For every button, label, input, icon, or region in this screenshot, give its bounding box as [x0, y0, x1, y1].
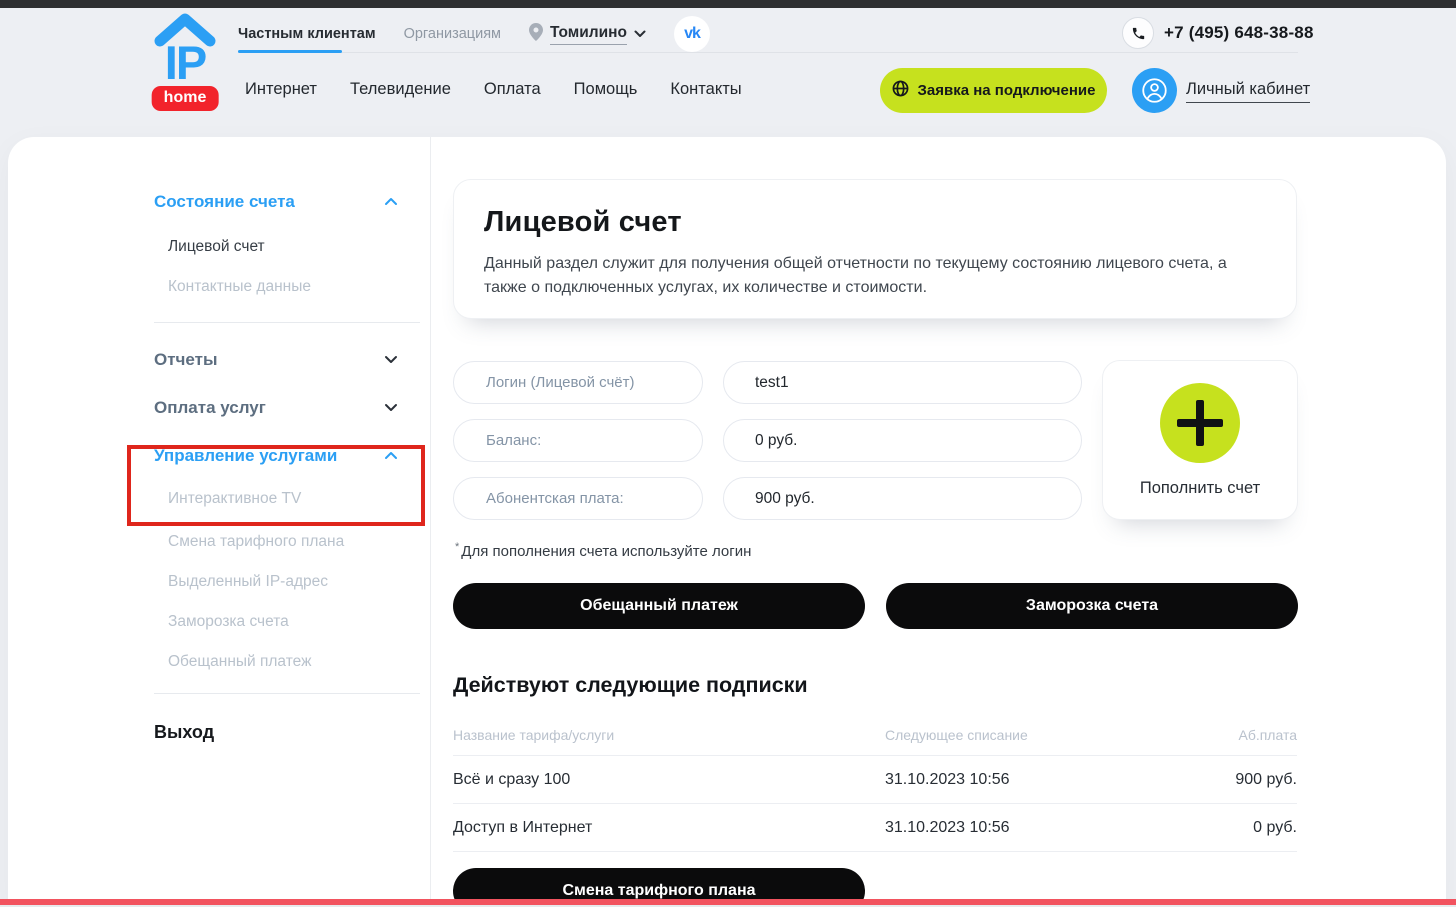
globe-icon: [892, 80, 909, 101]
logo-text: IP: [150, 39, 220, 86]
section-label: Состояние счета: [154, 192, 295, 212]
label-text: Абонентская плата:: [486, 490, 624, 507]
cell-tariff-name: Доступ в Интернет: [453, 819, 592, 837]
phone-number: +7 (495) 648-38-88: [1164, 23, 1314, 43]
label-text: Баланс:: [486, 432, 541, 449]
value-text: 0 руб.: [755, 432, 797, 450]
nav-help[interactable]: Помощь: [574, 80, 638, 99]
logo-home-badge: home: [152, 86, 219, 111]
phone-icon: [1122, 17, 1154, 49]
topup-label: Пополнить счет: [1140, 479, 1260, 498]
topup-account-card[interactable]: Пополнить счет: [1102, 360, 1298, 520]
page-title: Лицевой счет: [484, 206, 1256, 239]
note-asterisk: *: [455, 541, 459, 553]
cell-next-charge: 31.10.2023 10:56: [885, 819, 1010, 837]
chevron-down-icon: [384, 351, 398, 369]
field-value-subscription-fee: 900 руб.: [723, 477, 1082, 520]
nav-payment[interactable]: Оплата: [484, 80, 541, 99]
col-header-name: Название тарифа/услуги: [453, 727, 614, 743]
tab-private-clients[interactable]: Частным клиентам: [238, 26, 376, 42]
sidebar-logout[interactable]: Выход: [154, 722, 214, 743]
sidebar-item-change-tariff[interactable]: Смена тарифного плана: [168, 533, 344, 551]
sidebar-divider: [430, 137, 431, 907]
logo[interactable]: IP home: [150, 11, 220, 111]
sidebar-item-interactive-tv[interactable]: Интерактивное TV: [168, 490, 301, 508]
table-row: Всё и сразу 100 31.10.2023 10:56 900 руб…: [453, 755, 1297, 803]
location-label: Томилино: [550, 24, 627, 45]
audience-tab-row: Частным клиентам Организациям Томилино v…: [238, 16, 710, 52]
nav-internet[interactable]: Интернет: [245, 80, 317, 99]
sidebar-section-service-management[interactable]: Управление услугами: [154, 446, 398, 466]
table-header-row: Название тарифа/услуги Следующее списани…: [453, 722, 1297, 755]
location-pin-icon: [529, 23, 543, 46]
field-label-subscription-fee: Абонентская плата:: [453, 477, 703, 520]
page: IP home Частным клиентам Организациям То…: [0, 0, 1456, 907]
col-header-next-charge: Следующее списание: [885, 727, 1028, 743]
nav-television[interactable]: Телевидение: [350, 80, 451, 99]
main-nav: Интернет Телевидение Оплата Помощь Конта…: [245, 80, 742, 99]
subscriptions-title: Действуют следующие подписки: [453, 673, 808, 698]
account-avatar-icon[interactable]: [1132, 68, 1177, 113]
chevron-down-icon: [634, 25, 646, 43]
field-label-login: Логин (Лицевой счёт): [453, 361, 703, 404]
sidebar-item-promised-payment[interactable]: Обещанный платеж: [168, 653, 311, 671]
sidebar-section-account-state[interactable]: Состояние счета: [154, 192, 398, 212]
sidebar-item-personal-account[interactable]: Лицевой счет: [168, 238, 265, 256]
browser-top-strip: [0, 0, 1456, 8]
sidebar-section-reports[interactable]: Отчеты: [154, 350, 398, 370]
active-tab-underline: [238, 50, 342, 53]
sidebar-section-divider: [154, 322, 420, 323]
sidebar-item-contact-data[interactable]: Контактные данные: [168, 278, 311, 296]
vk-icon[interactable]: vk: [674, 16, 710, 52]
main-panel: Состояние счета Лицевой счет Контактные …: [8, 137, 1446, 907]
page-description: Данный раздел служит для получения общей…: [484, 252, 1244, 300]
personal-account-link[interactable]: Личный кабинет: [1186, 80, 1310, 103]
connect-request-label: Заявка на подключение: [918, 82, 1096, 99]
chevron-down-icon: [384, 399, 398, 417]
location-selector[interactable]: Томилино: [529, 23, 646, 46]
login-note: *Для пополнения счета используйте логин: [455, 541, 751, 560]
cell-fee: 0 руб.: [1253, 819, 1297, 837]
value-text: 900 руб.: [755, 490, 815, 508]
intro-card: Лицевой счет Данный раздел служит для по…: [453, 179, 1297, 319]
cell-fee: 900 руб.: [1235, 771, 1297, 789]
field-label-balance: Баланс:: [453, 419, 703, 462]
plus-icon[interactable]: [1160, 383, 1240, 463]
label-text: Логин (Лицевой счёт): [486, 374, 635, 391]
table-row: Доступ в Интернет 31.10.2023 10:56 0 руб…: [453, 803, 1297, 852]
freeze-account-button[interactable]: Заморозка счета: [886, 583, 1298, 629]
field-value-login: test1: [723, 361, 1082, 404]
cell-next-charge: 31.10.2023 10:56: [885, 771, 1010, 789]
sidebar-section-payment-services[interactable]: Оплата услуг: [154, 398, 398, 418]
sidebar-item-freeze-account[interactable]: Заморозка счета: [168, 613, 289, 631]
section-label: Оплата услуг: [154, 398, 266, 418]
header-divider: [238, 52, 1298, 53]
plus-bar-vertical: [1196, 400, 1204, 446]
phone-contact[interactable]: +7 (495) 648-38-88: [1122, 17, 1314, 49]
section-label: Отчеты: [154, 350, 218, 370]
sidebar-item-dedicated-ip[interactable]: Выделенный IP-адрес: [168, 573, 328, 591]
value-text: test1: [755, 374, 789, 392]
subscriptions-table: Название тарифа/услуги Следующее списани…: [453, 722, 1297, 852]
col-header-fee: Аб.плата: [1238, 727, 1297, 743]
tab-organizations[interactable]: Организациям: [404, 26, 501, 42]
promised-payment-button[interactable]: Обещанный платеж: [453, 583, 865, 629]
chevron-up-icon: [384, 447, 398, 465]
chevron-up-icon: [384, 193, 398, 211]
cell-tariff-name: Всё и сразу 100: [453, 771, 570, 789]
note-text: Для пополнения счета используйте логин: [461, 543, 751, 560]
connect-request-button[interactable]: Заявка на подключение: [880, 68, 1107, 113]
nav-contacts[interactable]: Контакты: [670, 80, 741, 99]
field-value-balance: 0 руб.: [723, 419, 1082, 462]
section-label: Управление услугами: [154, 446, 337, 466]
sidebar-section-divider: [154, 693, 420, 694]
